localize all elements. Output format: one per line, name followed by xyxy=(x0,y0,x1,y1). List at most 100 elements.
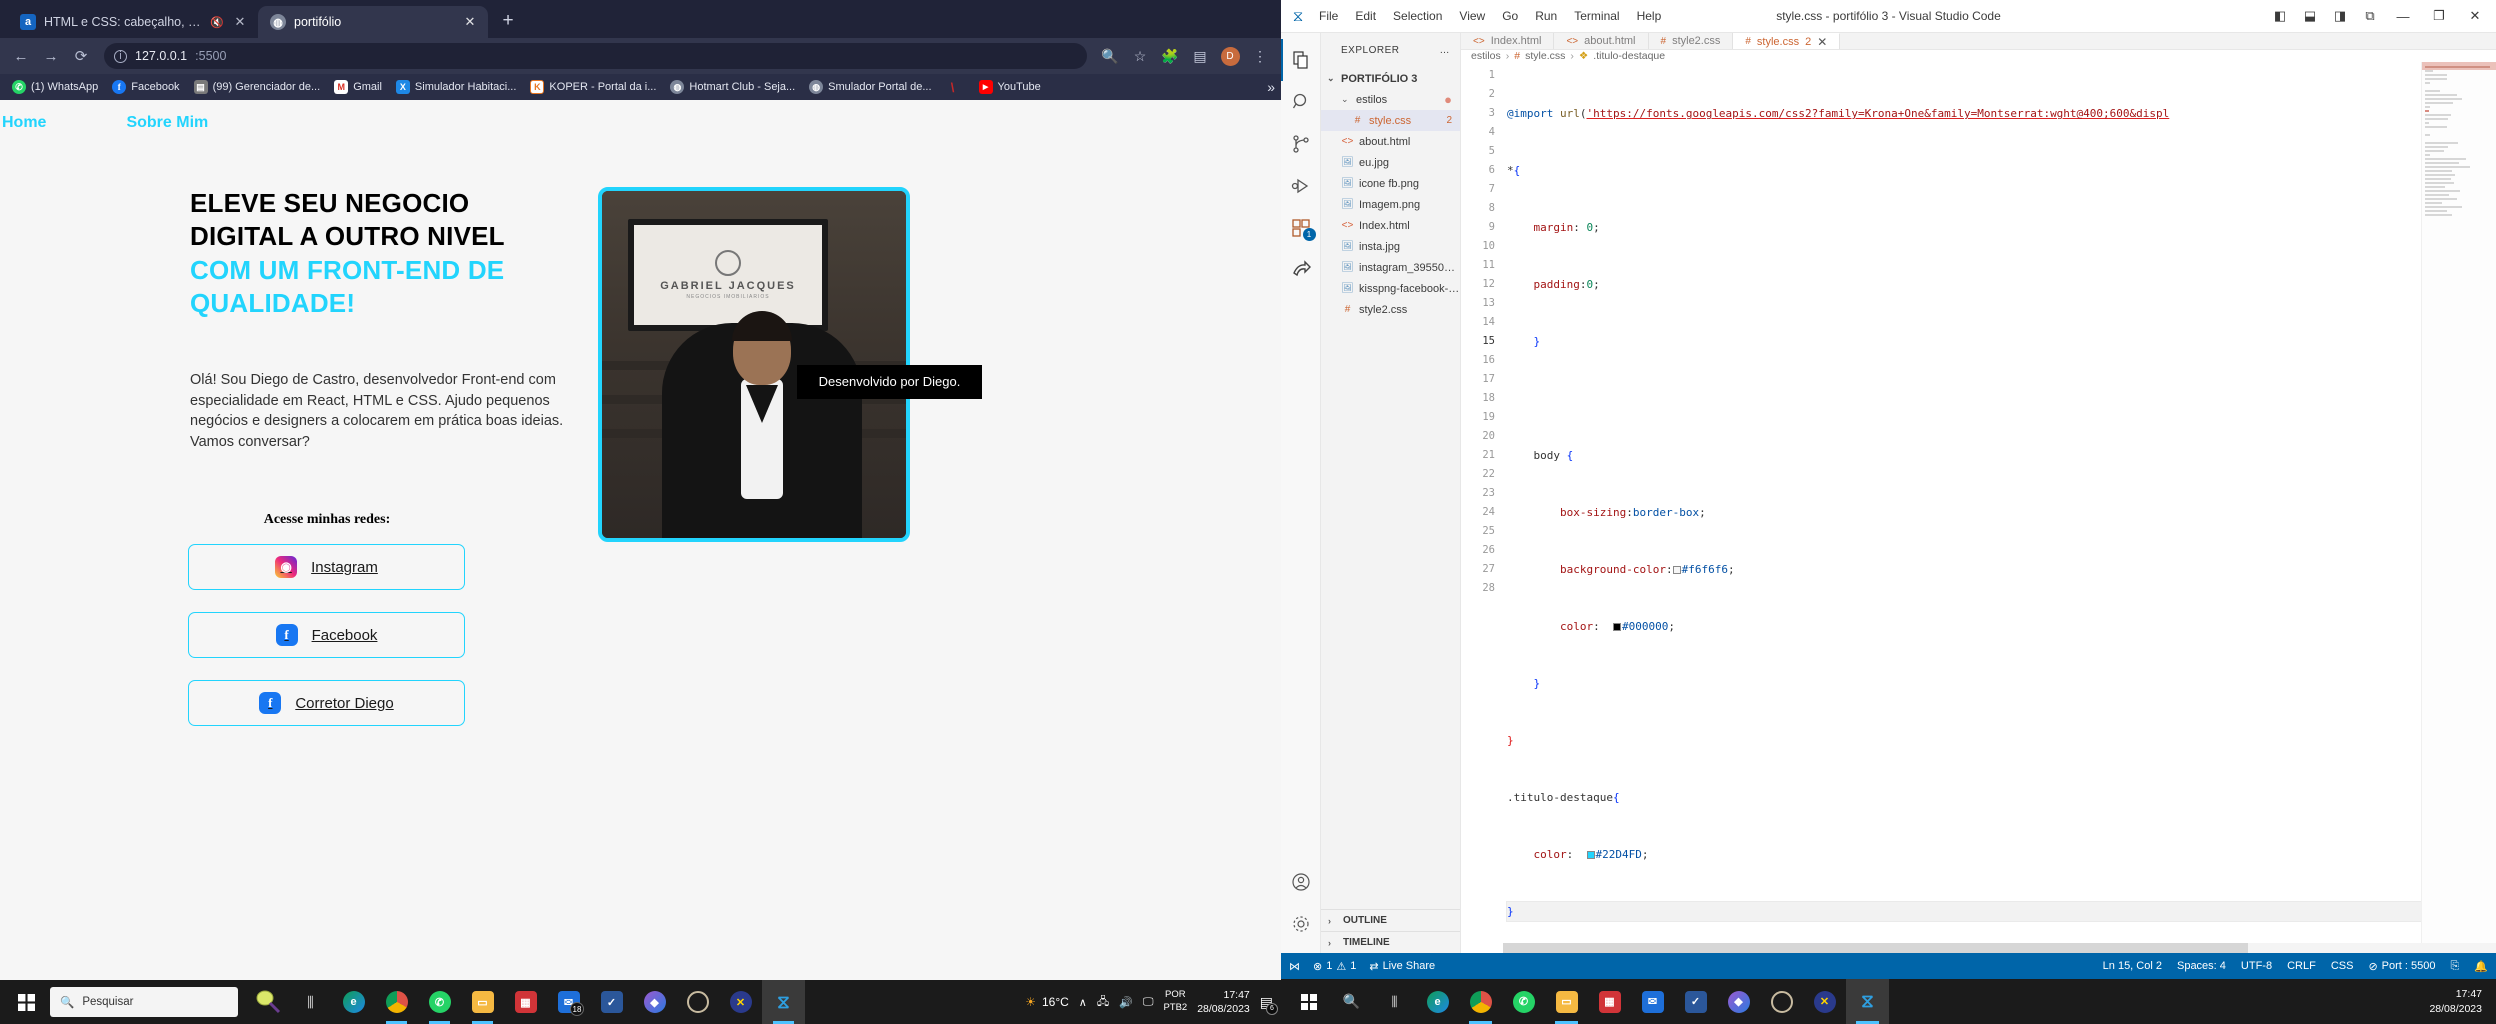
bookmark-1[interactable]: f Facebook xyxy=(106,78,185,96)
editor-horizontal-scrollbar[interactable] xyxy=(1503,943,2496,953)
browser-tab-0[interactable]: a HTML e CSS: cabeçalho, foot 🔇 ✕ xyxy=(8,6,258,38)
address-bar[interactable]: i 127.0.0.1:5500 xyxy=(104,43,1087,69)
taskbar-ring-app-icon[interactable] xyxy=(1760,979,1803,1024)
breadcrumb-file[interactable]: style.css xyxy=(1525,50,1565,62)
menu-view[interactable]: View xyxy=(1459,9,1485,23)
explorer-item-imagem-png[interactable]: 🖼 Imagem.png xyxy=(1321,194,1460,215)
bookmark-3[interactable]: M Gmail xyxy=(328,78,388,96)
site-info-icon[interactable]: i xyxy=(114,49,127,63)
notifications-bell-icon[interactable]: 🔔 xyxy=(2474,960,2488,973)
restore-button[interactable]: ❐ xyxy=(2422,0,2456,32)
nav-link-home[interactable]: Home xyxy=(2,114,46,132)
more-menu-icon[interactable]: ⋮ xyxy=(1247,43,1273,69)
social-button-facebook[interactable]: f Facebook xyxy=(188,612,465,659)
social-button-instagram[interactable]: ◉ Instagram xyxy=(188,544,465,591)
sidebar-section-timeline[interactable]: › TIMELINE xyxy=(1321,931,1460,953)
taskbar-icon-tennis[interactable] xyxy=(246,980,289,1024)
search-icon[interactable]: 🔍 xyxy=(1097,43,1123,69)
breadcrumb-symbol[interactable]: .titulo-destaque xyxy=(1593,50,1665,62)
indentation-setting[interactable]: Spaces: 4 xyxy=(2177,960,2226,972)
social-button-corretor-diego[interactable]: f Corretor Diego xyxy=(188,680,465,727)
taskbar-search-icon[interactable]: 🔍 xyxy=(1330,979,1373,1024)
language-mode[interactable]: CSS xyxy=(2331,960,2354,972)
activity-source-control-icon[interactable] xyxy=(1281,123,1321,165)
explorer-item-kisspng-facebook[interactable]: 🖼 kisspng-facebook-lik... xyxy=(1321,278,1460,299)
activity-settings-gear-icon[interactable] xyxy=(1281,903,1321,945)
tab-close-icon[interactable]: ✕ xyxy=(1817,35,1827,49)
explorer-item-index-html[interactable]: <> Index.html xyxy=(1321,215,1460,236)
explorer-item-style2-css[interactable]: # style2.css xyxy=(1321,299,1460,320)
taskbar-edge-icon[interactable]: e xyxy=(1416,979,1459,1024)
activity-live-share-icon[interactable] xyxy=(1281,249,1321,291)
menu-run[interactable]: Run xyxy=(1535,9,1557,23)
minimap-viewport-slider[interactable] xyxy=(2422,62,2496,71)
activity-account-icon[interactable] xyxy=(1281,861,1321,903)
cursor-position[interactable]: Ln 15, Col 2 xyxy=(2103,960,2162,972)
volume-icon[interactable]: 🔊 xyxy=(1119,996,1133,1009)
bookmark-9[interactable]: ▶ YouTube xyxy=(973,78,1047,96)
profile-avatar[interactable]: D xyxy=(1217,43,1243,69)
editor-tab-style-css[interactable]: # style.css 2 ✕ xyxy=(1733,33,1841,50)
explorer-item-estilos[interactable]: ⌄ estilos ● xyxy=(1321,89,1460,110)
tab-close-icon[interactable]: ✕ xyxy=(462,14,478,30)
taskbar-icon-whatsapp[interactable]: ✆ xyxy=(418,980,461,1024)
live-share-status[interactable]: ⇄ Live Share xyxy=(1369,960,1435,973)
taskbar-icon-mail[interactable]: ✉ 18 xyxy=(547,980,590,1024)
taskbar-task-view-icon[interactable]: ⫼ xyxy=(1373,979,1416,1024)
back-button[interactable]: ← xyxy=(8,43,34,69)
taskbar-copilot-icon[interactable]: ◆ xyxy=(1717,979,1760,1024)
taskbar-icon-microsoft-store[interactable]: ▦ xyxy=(504,980,547,1024)
activity-explorer-icon[interactable] xyxy=(1281,39,1321,81)
nav-link-sobre-mim[interactable]: Sobre Mim xyxy=(126,114,208,132)
taskbar-clock[interactable]: 17:47 28/08/2023 xyxy=(2429,987,2482,1015)
explorer-item-style-css[interactable]: # style.css 2 xyxy=(1321,110,1460,131)
code-editor[interactable]: 1 2 3 4 5 6 7 8 9 10 11 12 13 14 15 16 1 xyxy=(1461,62,2496,953)
taskbar-chrome-icon[interactable] xyxy=(1459,979,1502,1024)
extensions-icon[interactable]: 🧩 xyxy=(1157,43,1183,69)
explorer-item-insta-jpg[interactable]: 🖼 insta.jpg xyxy=(1321,236,1460,257)
explorer-item-eu-jpg[interactable]: 🖼 eu.jpg xyxy=(1321,152,1460,173)
remote-indicator-icon[interactable]: ⋈ xyxy=(1289,960,1300,973)
taskbar-icon-copilot[interactable]: ◆ xyxy=(633,980,676,1024)
browser-tab-1[interactable]: ◍ portifólio ✕ xyxy=(258,6,488,38)
bookmark-6[interactable]: ◍ Hotmart Club - Seja... xyxy=(664,78,801,96)
breadcrumb-folder[interactable]: estilos xyxy=(1471,50,1501,62)
taskbar-search-input[interactable]: 🔍 Pesquisar xyxy=(50,987,238,1017)
toggle-panel-icon[interactable]: ⬓ xyxy=(2296,3,2324,29)
menu-file[interactable]: File xyxy=(1319,9,1338,23)
taskbar-icon-file-explorer[interactable]: ▭ xyxy=(461,980,504,1024)
editor-minimap[interactable] xyxy=(2421,62,2496,953)
explorer-item-about-html[interactable]: <> about.html xyxy=(1321,131,1460,152)
new-tab-button[interactable]: + xyxy=(494,7,522,35)
taskbar-icon-avast[interactable]: ✕ xyxy=(719,980,762,1024)
tweet-feedback-icon[interactable]: ⎘ xyxy=(2450,960,2459,973)
taskbar-clock[interactable]: 17:47 28/08/2023 xyxy=(1197,988,1250,1016)
activity-extensions-icon[interactable]: 1 xyxy=(1281,207,1321,249)
menu-selection[interactable]: Selection xyxy=(1393,9,1442,23)
notifications-icon[interactable]: ▤ 6 xyxy=(1260,994,1278,1015)
tab-close-icon[interactable]: ✕ xyxy=(232,14,248,30)
menu-go[interactable]: Go xyxy=(1502,9,1518,23)
activity-search-icon[interactable] xyxy=(1281,81,1321,123)
code-content[interactable]: @import url('https://fonts.googleapis.co… xyxy=(1503,62,2421,953)
explorer-more-actions-icon[interactable]: … xyxy=(1440,45,1451,56)
windows-start-icon[interactable] xyxy=(4,980,48,1024)
scrollbar-thumb[interactable] xyxy=(1503,943,2248,953)
taskbar-icon-todo[interactable]: ✓ xyxy=(590,980,633,1024)
minimize-button[interactable]: — xyxy=(2386,0,2420,32)
taskbar-icon-vscode[interactable]: ⧖ xyxy=(762,980,805,1024)
bookmark-2[interactable]: ▤ (99) Gerenciador de... xyxy=(188,78,327,96)
display-icon[interactable]: 🖵 xyxy=(1143,996,1154,1009)
editor-tab-style2-css[interactable]: # style2.css xyxy=(1649,33,1734,50)
taskbar-avast-icon[interactable]: ✕ xyxy=(1803,979,1846,1024)
taskbar-mail-icon[interactable]: ✉ xyxy=(1631,979,1674,1024)
taskbar-todo-icon[interactable]: ✓ xyxy=(1674,979,1717,1024)
problems-indicator[interactable]: ⊗ 1 ⚠ 1 xyxy=(1313,960,1356,973)
bookmark-8[interactable]: \ xyxy=(940,78,971,96)
explorer-root-folder[interactable]: ⌄ PORTIFÓLIO 3 xyxy=(1321,68,1460,89)
tab-mute-icon[interactable]: 🔇 xyxy=(210,16,224,29)
reading-list-icon[interactable]: ▤ xyxy=(1187,43,1213,69)
menu-edit[interactable]: Edit xyxy=(1355,9,1376,23)
taskbar-store-icon[interactable]: ▦ xyxy=(1588,979,1631,1024)
bookmark-5[interactable]: K KOPER - Portal da i... xyxy=(524,78,662,96)
